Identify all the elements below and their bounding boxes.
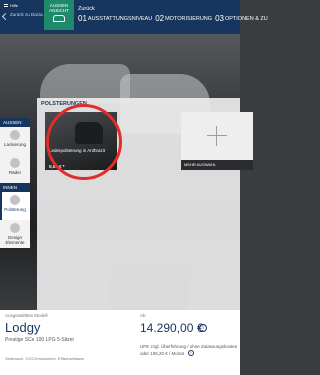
more-options-label: MEHR AUSWAHL [181,160,253,170]
step-nav: 01AUSSTATTUNGSNIVEAU 02MOTORISIERUNG 03O… [78,14,268,23]
wheel-icon [10,158,20,168]
from-label: Ab [140,313,146,318]
info-icon[interactable]: i [188,350,194,356]
consumption-link[interactable]: Verbrauch, CO2-Emissionen, Effizienzklas… [5,356,84,361]
design-icon [10,223,20,233]
chevron-left-icon [1,12,10,21]
car-icon [53,15,65,22]
price-note: UPE zzgl. Überführung / ohne Zulassungsk… [140,344,238,349]
info-icon[interactable]: i [199,324,207,332]
top-bar: Hilfe Zurück zu Dacia.de AUSSEN ANSICHT … [0,0,268,34]
help-menu[interactable]: Hilfe [4,3,34,8]
seat-icon [10,195,20,205]
exterior-view-label: AUSSEN ANSICHT [49,3,69,13]
sidebar-item-lackierung[interactable]: Lackierung [0,127,30,155]
monthly-rate: oder 106,20 € / Monat [140,351,185,356]
price: 14.290,00 € [140,321,204,335]
zuruck-link[interactable]: Zurück [78,6,95,12]
aussen-heading: AUSSEN [0,118,30,127]
summary-bar: Ausgewähltes Modell Lodgy Prestige SCe 1… [0,310,240,375]
menu-icon [4,4,8,7]
back-label: Zurück zu Dacia.de [10,12,49,17]
back-to-dacia-link[interactable]: Zurück zu Dacia.de [1,12,49,21]
step-3[interactable]: 03OPTIONEN & ZU [215,14,268,23]
selected-model-caption: Ausgewähltes Modell [5,313,48,318]
step-2[interactable]: 02MOTORISIERUNG [155,14,212,23]
highlight-circle [46,104,122,180]
step-1[interactable]: 01AUSSTATTUNGSNIVEAU [78,14,152,23]
more-options-card[interactable]: MEHR AUSWAHL [181,112,253,170]
sidebar-item-polsterung[interactable]: Polsterung [0,192,30,220]
model-variant: Prestige SCe 100 LPG 5-Sitzer [5,337,75,343]
paint-icon [10,130,20,140]
exterior-view-button[interactable]: AUSSEN ANSICHT [44,0,74,30]
sidebar-item-design[interactable]: Design Elemente [0,220,30,248]
side-menu: AUSSEN Lackierung Räder INNEN Polsterung… [0,118,30,248]
innen-heading: INNEN [0,183,30,192]
plus-icon [207,126,227,146]
help-label: Hilfe [10,3,19,8]
sidebar-item-raeder[interactable]: Räder [0,155,30,183]
model-name: Lodgy [5,320,41,335]
